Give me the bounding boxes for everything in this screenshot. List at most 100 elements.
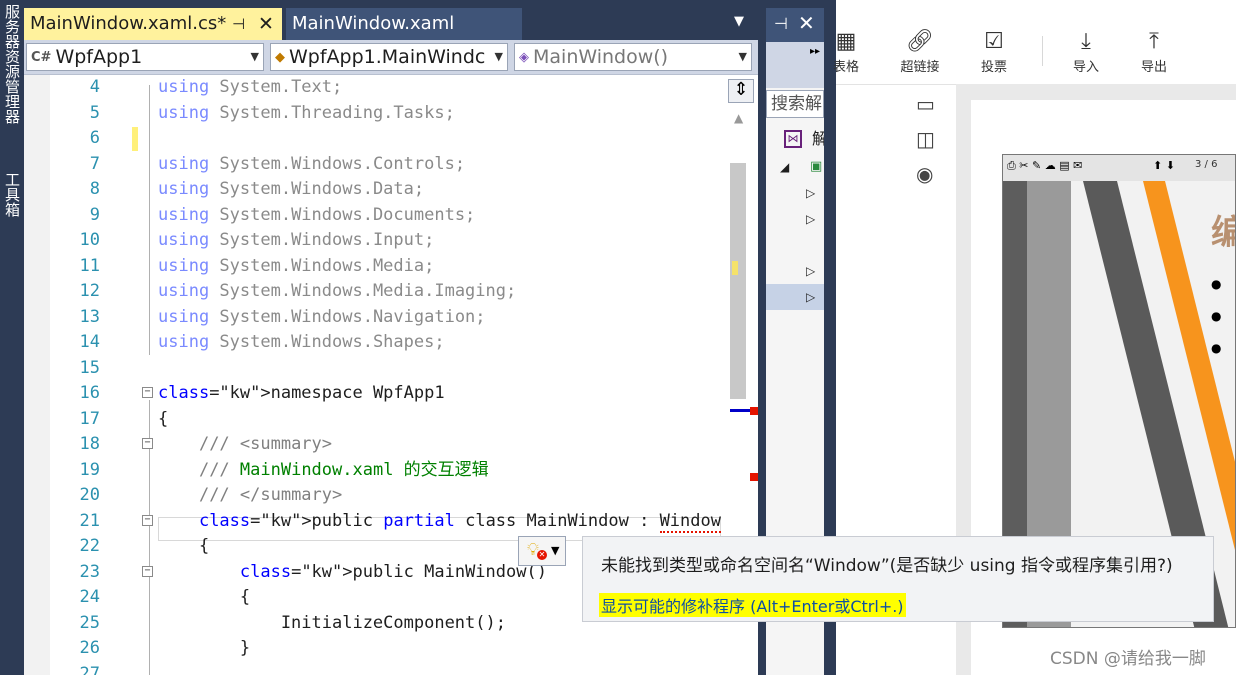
code-text: using System.Windows.Input; bbox=[158, 230, 435, 250]
code-text: using System.Windows.Media; bbox=[158, 255, 435, 276]
code-text: class="kw">public partial class MainWind… bbox=[198, 510, 721, 533]
code-line[interactable]: 15 bbox=[24, 356, 724, 382]
code-line[interactable]: 12 using System.Windows.Media.Imaging; bbox=[24, 279, 724, 305]
expanded-triangle-icon[interactable]: ◢ bbox=[780, 154, 789, 180]
toolbox-tab[interactable]: 工具箱 bbox=[2, 172, 22, 217]
error-marker bbox=[750, 407, 758, 415]
page-nav-icons[interactable]: ⬆ ⬇ bbox=[1153, 159, 1175, 172]
server-explorer-tab[interactable]: 服务器资源管理器 bbox=[2, 4, 22, 124]
tree-item[interactable]: ▷ bbox=[766, 180, 824, 206]
code-line[interactable]: 6 bbox=[24, 126, 724, 152]
tree-item-solution[interactable]: ⋈ 解 bbox=[766, 126, 828, 152]
collapsed-triangle-icon[interactable]: ▷ bbox=[806, 180, 815, 206]
collapse-toggle-icon[interactable]: − bbox=[142, 387, 153, 398]
vote-label: 投票 bbox=[980, 60, 1007, 75]
layout-icon[interactable]: ▭ bbox=[916, 92, 956, 127]
project-dropdown[interactable]: C# WpfApp1 ▼ bbox=[26, 43, 264, 71]
editor-top-band bbox=[24, 0, 824, 8]
code-line[interactable]: 5 using System.Threading.Tasks; bbox=[24, 101, 724, 127]
line-number: 22 bbox=[79, 536, 100, 556]
left-tool-strip: 服务器资源管理器 工具箱 bbox=[0, 0, 24, 675]
code-line[interactable]: 11 using System.Windows.Media; bbox=[24, 254, 724, 280]
slide-title: 编 bbox=[1211, 205, 1235, 254]
export-icon: ⤒ bbox=[1149, 29, 1159, 54]
collapsed-triangle-icon[interactable]: ▷ bbox=[806, 258, 815, 284]
project-name: WpfApp1 bbox=[55, 46, 143, 68]
line-number: 24 bbox=[79, 587, 100, 607]
close-icon[interactable]: ✕ bbox=[798, 11, 815, 35]
code-line[interactable]: 20 /// </summary> bbox=[24, 483, 724, 509]
quick-actions-lightbulb[interactable]: 💡︎ ✕ ▼ bbox=[518, 536, 566, 566]
member-dropdown[interactable]: ◈ MainWindow() ▼ bbox=[514, 43, 752, 71]
show-potential-fixes-link[interactable]: 显示可能的修补程序 (Alt+Enter或Ctrl+.) bbox=[599, 593, 906, 617]
collapse-toggle-icon[interactable]: − bbox=[142, 438, 153, 449]
code-text: using System.Windows.Controls; bbox=[158, 153, 466, 174]
code-line[interactable]: 7 using System.Windows.Controls; bbox=[24, 152, 724, 178]
class-icon: ◆ bbox=[275, 49, 285, 65]
pin-icon[interactable]: ⊣ bbox=[232, 8, 245, 40]
line-number: 9 bbox=[89, 204, 100, 225]
code-text: { bbox=[158, 408, 169, 429]
tab-overflow-dropdown-icon[interactable]: ▼ bbox=[734, 14, 744, 29]
hyperlink-button[interactable]: 🔗︎ 超链接 bbox=[890, 28, 950, 75]
split-view-icon[interactable]: ⇕ bbox=[728, 79, 754, 103]
code-line[interactable]: 10 using System.Windows.Input; bbox=[24, 228, 724, 254]
code-line[interactable]: 17 { bbox=[24, 407, 724, 433]
code-line[interactable]: 14 using System.Windows.Shapes; bbox=[24, 330, 724, 356]
scroll-up-icon[interactable]: ▲ bbox=[734, 111, 743, 125]
tree-item[interactable]: ▷ bbox=[766, 258, 824, 284]
change-marker bbox=[732, 261, 738, 275]
tab-mainwindow-xaml[interactable]: MainWindow.xaml bbox=[286, 8, 522, 40]
tab-label: MainWindow.xaml.cs* bbox=[30, 13, 227, 34]
chevron-down-icon: ▼ bbox=[494, 50, 503, 63]
code-line[interactable]: 27 bbox=[24, 662, 724, 675]
code-text: InitializeComponent(); bbox=[158, 612, 506, 633]
line-number: 15 bbox=[79, 357, 100, 378]
code-line[interactable]: 21 − class="kw">public partial class Main… bbox=[24, 509, 724, 535]
vote-button[interactable]: ☑ 投票 bbox=[964, 28, 1024, 75]
code-text: { bbox=[158, 536, 210, 556]
tab-mainwindow-xaml-cs[interactable]: MainWindow.xaml.cs* ⊣ ✕ bbox=[24, 8, 282, 40]
table-button[interactable]: ▦ 表格 bbox=[816, 28, 876, 75]
line-number: 19 bbox=[79, 459, 100, 480]
pin-icon[interactable]: ⊣ bbox=[774, 14, 788, 33]
tree-item[interactable]: ▷ bbox=[766, 206, 824, 232]
code-line[interactable]: 26 } bbox=[24, 636, 724, 662]
export-button[interactable]: ⤒ 导出 bbox=[1124, 28, 1184, 75]
code-text: using System.Windows.Media.Imaging; bbox=[158, 281, 517, 301]
page-indicator[interactable]: 3 / 6 bbox=[1195, 159, 1217, 170]
code-line[interactable]: 13 using System.Windows.Navigation; bbox=[24, 305, 724, 331]
preview-eye-icon[interactable]: ◉ bbox=[916, 162, 956, 197]
collapsed-triangle-icon[interactable]: ▷ bbox=[806, 206, 815, 232]
hyperlink-label: 超链接 bbox=[900, 60, 940, 75]
code-text: using System.Windows.Navigation; bbox=[158, 306, 486, 327]
code-line[interactable]: 4 using System.Text; bbox=[24, 75, 724, 101]
code-line[interactable]: 16 − class="kw">namespace WpfApp1 bbox=[24, 381, 724, 407]
solution-search-input[interactable]: 搜索解 bbox=[766, 90, 824, 118]
class-dropdown[interactable]: ◆ WpfApp1.MainWindc ▼ bbox=[270, 43, 508, 71]
member-name: MainWindow() bbox=[533, 46, 669, 68]
columns-icon[interactable]: ◫ bbox=[916, 127, 956, 162]
ribbon-separator bbox=[1042, 36, 1043, 66]
navigation-bar: C# WpfApp1 ▼ ◆ WpfApp1.MainWindc ▼ ◈ MainWi… bbox=[24, 40, 758, 75]
collapse-toggle-icon[interactable]: − bbox=[142, 514, 153, 526]
tree-item-project[interactable]: ◢ ▣ bbox=[766, 154, 824, 180]
code-line[interactable]: 18 − /// <summary> bbox=[24, 432, 724, 458]
code-line[interactable]: 9 using System.Windows.Documents; bbox=[24, 203, 724, 229]
code-line[interactable]: 8 using System.Windows.Data; bbox=[24, 177, 724, 203]
tree-item-selected[interactable]: ▷ bbox=[766, 284, 824, 310]
code-text: class="kw">namespace WpfApp1 bbox=[158, 383, 445, 403]
pdf-tool-icons[interactable]: ⎙ ✂ ✎ ☁ ▤ ✉ bbox=[1007, 159, 1082, 173]
import-button[interactable]: ⤓ 导入 bbox=[1056, 28, 1116, 75]
code-line[interactable]: 19 /// MainWindow.xaml 的交互逻辑 bbox=[24, 458, 724, 484]
line-number: 7 bbox=[89, 153, 100, 174]
line-number: 5 bbox=[89, 102, 100, 123]
table-label: 表格 bbox=[832, 60, 859, 75]
line-number: 21 bbox=[79, 510, 100, 531]
collapse-toggle-icon[interactable]: − bbox=[142, 565, 153, 577]
line-number: 12 bbox=[79, 281, 100, 301]
error-badge-icon: ✕ bbox=[537, 550, 547, 560]
close-icon[interactable]: ✕ bbox=[258, 8, 274, 40]
collapsed-triangle-icon[interactable]: ▷ bbox=[806, 284, 815, 310]
scrollbar-thumb[interactable] bbox=[730, 163, 758, 481]
